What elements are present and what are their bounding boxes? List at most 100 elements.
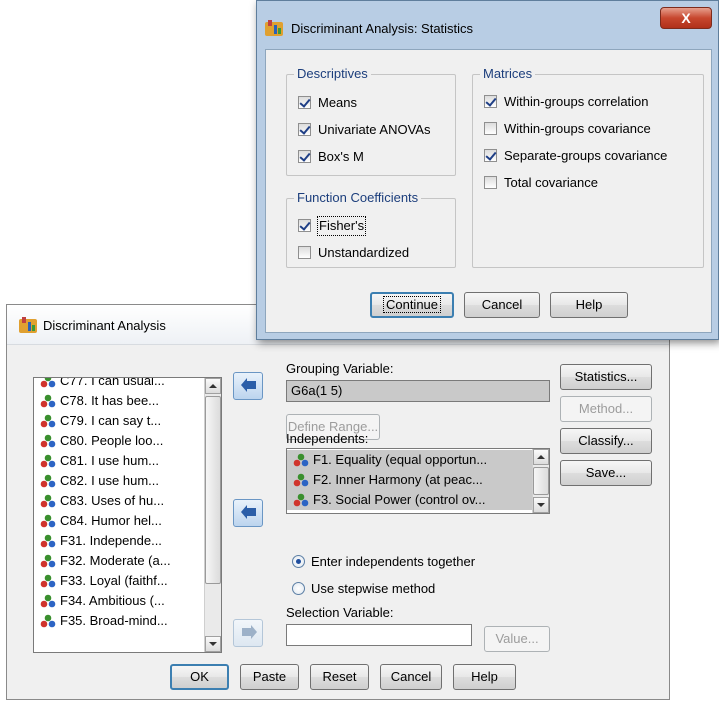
selection-variable-label: Selection Variable: <box>286 605 394 620</box>
function-coefficients-group: Function Coefficients Fisher's Unstandar… <box>286 190 456 268</box>
variable-label: C81. I use hum... <box>60 453 159 468</box>
independent-list-item[interactable]: F2. Inner Harmony (at peac... <box>287 470 532 490</box>
variable-list-item[interactable]: F31. Independe... <box>34 531 204 551</box>
total-covariance-label: Total covariance <box>504 175 598 190</box>
scroll-down-button[interactable] <box>205 636 221 652</box>
variable-list-item[interactable]: C78. It has bee... <box>34 391 204 411</box>
nominal-variable-icon <box>40 514 56 528</box>
nominal-variable-icon <box>293 473 309 487</box>
separate-groups-covariance-label: Separate-groups covariance <box>504 148 668 163</box>
radio-dot <box>292 555 305 568</box>
independents-label: Independents: <box>286 431 369 446</box>
checkbox-box <box>484 149 497 162</box>
cancel-button[interactable]: Cancel <box>464 292 540 318</box>
scroll-up-button[interactable] <box>205 378 221 394</box>
close-button[interactable]: X <box>660 7 712 29</box>
independent-label: F2. Inner Harmony (at peac... <box>313 472 483 487</box>
nominal-variable-icon <box>40 534 56 548</box>
nominal-variable-icon <box>40 594 56 608</box>
checkbox-box <box>484 176 497 189</box>
move-to-selection-button[interactable] <box>233 619 263 647</box>
help-button[interactable]: Help <box>550 292 628 318</box>
variable-items: C77. I can usual... C78. It has bee... C79… <box>34 378 204 631</box>
independent-list-item[interactable]: F3. Social Power (control ov... <box>287 490 532 510</box>
variable-label: F35. Broad-mind... <box>60 613 168 628</box>
statistics-button[interactable]: Statistics... <box>560 364 652 390</box>
fishers-label: Fisher's <box>316 216 367 236</box>
nominal-variable-icon <box>293 453 309 467</box>
variable-label: C79. I can say t... <box>60 413 162 428</box>
variable-label: C82. I use hum... <box>60 473 159 488</box>
classify-button[interactable]: Classify... <box>560 428 652 454</box>
variable-list-item[interactable]: F32. Moderate (a... <box>34 551 204 571</box>
variable-list-item[interactable]: C84. Humor hel... <box>34 511 204 531</box>
independents-list[interactable]: F1. Equality (equal opportun... F2. Inner… <box>286 448 550 514</box>
variable-list-item[interactable]: C79. I can say t... <box>34 411 204 431</box>
save-button[interactable]: Save... <box>560 460 652 486</box>
descriptives-legend: Descriptives <box>294 66 371 81</box>
selection-variable-field[interactable] <box>286 624 472 646</box>
continue-label: Continue <box>382 296 442 313</box>
arrow-up-icon <box>537 455 545 459</box>
value-button[interactable]: Value... <box>484 626 550 652</box>
checkbox-box <box>484 122 497 135</box>
grouping-variable-field[interactable]: G6a(1 5) <box>286 380 550 402</box>
variable-label: C83. Uses of hu... <box>60 493 165 508</box>
stepwise-label: Use stepwise method <box>311 581 436 596</box>
enter-together-label: Enter independents together <box>311 554 476 569</box>
checkbox-box <box>298 96 311 109</box>
variable-list-item[interactable]: F33. Loyal (faithf... <box>34 571 204 591</box>
checkbox-box <box>484 95 497 108</box>
checkbox-box <box>298 150 311 163</box>
help-button[interactable]: Help <box>453 664 516 690</box>
move-to-independents-button[interactable] <box>233 499 263 527</box>
arrow-right-icon <box>241 378 256 392</box>
continue-button[interactable]: Continue <box>370 292 454 318</box>
independents-scrollbar[interactable] <box>532 449 549 513</box>
variable-list-item[interactable]: C83. Uses of hu... <box>34 491 204 511</box>
function-coefficients-legend: Function Coefficients <box>294 190 422 205</box>
univariate-anovas-label: Univariate ANOVAs <box>318 122 431 137</box>
nominal-variable-icon <box>40 454 56 468</box>
method-button[interactable]: Method... <box>560 396 652 422</box>
reset-button[interactable]: Reset <box>310 664 369 690</box>
spss-app-icon <box>265 20 283 36</box>
scroll-up-button[interactable] <box>533 449 549 465</box>
move-to-grouping-button[interactable] <box>233 372 263 400</box>
nominal-variable-icon <box>40 614 56 628</box>
variable-list-item[interactable]: C77. I can usual... <box>34 378 204 391</box>
nominal-variable-icon <box>40 414 56 428</box>
arrow-down-icon <box>209 642 217 646</box>
variable-list-item[interactable]: C80. People loo... <box>34 431 204 451</box>
box-m-label: Box's M <box>318 149 364 164</box>
nominal-variable-icon <box>40 554 56 568</box>
scroll-down-button[interactable] <box>533 497 549 513</box>
statistics-dialog-body: Descriptives Means Univariate ANOVAs Box… <box>265 49 712 333</box>
variable-list-item[interactable]: C81. I use hum... <box>34 451 204 471</box>
means-label: Means <box>318 95 358 110</box>
ok-button[interactable]: OK <box>170 664 229 690</box>
paste-button[interactable]: Paste <box>240 664 299 690</box>
independent-label: F1. Equality (equal opportun... <box>313 452 488 467</box>
source-variable-list[interactable]: C77. I can usual... C78. It has bee... C79… <box>33 377 222 653</box>
arrow-right-icon <box>242 625 257 639</box>
variable-label: F33. Loyal (faithf... <box>60 573 168 588</box>
variable-list-item[interactable]: C82. I use hum... <box>34 471 204 491</box>
independent-list-item[interactable]: F1. Equality (equal opportun... <box>287 450 532 470</box>
title-bar: Discriminant Analysis: Statistics X <box>257 1 718 47</box>
variable-label: C80. People loo... <box>60 433 164 448</box>
variable-list-scrollbar[interactable] <box>204 378 221 652</box>
variable-list-item[interactable]: F35. Broad-mind... <box>34 611 204 631</box>
checkbox-box <box>298 246 311 259</box>
radio-dot <box>292 582 305 595</box>
scroll-thumb[interactable] <box>533 467 549 495</box>
cancel-button[interactable]: Cancel <box>380 664 442 690</box>
discriminant-analysis-window: Discriminant Analysis C77. I can usual..… <box>6 304 670 700</box>
variable-label: C84. Humor hel... <box>60 513 162 528</box>
grouping-variable-label: Grouping Variable: <box>286 361 394 376</box>
unstandardized-label: Unstandardized <box>318 245 410 260</box>
variable-list-item[interactable]: F34. Ambitious (... <box>34 591 204 611</box>
variable-label: C78. It has bee... <box>60 393 160 408</box>
scroll-thumb[interactable] <box>205 396 221 584</box>
checkbox-box <box>298 123 311 136</box>
